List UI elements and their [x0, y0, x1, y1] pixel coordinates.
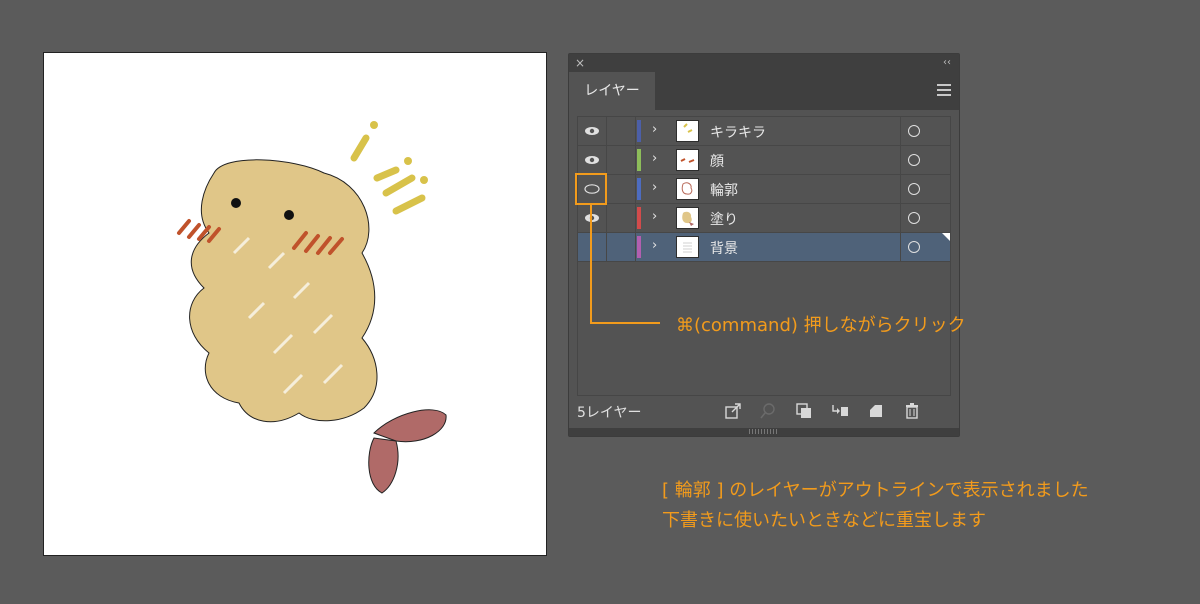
tab-layers[interactable]: レイヤー — [569, 72, 655, 110]
layer-row[interactable]: › 背景 — [578, 233, 950, 262]
chevron-right-icon[interactable]: › — [652, 151, 657, 166]
clipping-mask-icon[interactable] — [795, 402, 813, 420]
layer-color-swatch — [637, 236, 641, 258]
caption-line-2: 下書きに使いたいときなどに重宝します — [662, 510, 986, 531]
target-icon[interactable] — [908, 154, 920, 166]
divider — [900, 233, 901, 261]
divider — [900, 117, 901, 145]
visibility-toggle[interactable] — [578, 204, 607, 232]
collapse-icon[interactable]: ‹‹ — [943, 55, 951, 71]
target-icon[interactable] — [908, 183, 920, 195]
artboard — [43, 52, 547, 556]
layer-color-swatch — [637, 178, 641, 200]
panel-resize-bar[interactable] — [569, 428, 959, 436]
layer-thumbnail — [676, 236, 699, 258]
lock-toggle[interactable] — [607, 146, 636, 174]
chevron-right-icon[interactable]: › — [652, 209, 657, 224]
layer-row[interactable]: › 顔 — [578, 146, 950, 175]
callout-line — [590, 322, 660, 324]
layer-row[interactable]: › 輪郭 — [578, 175, 950, 204]
target-icon[interactable] — [908, 212, 920, 224]
layers-panel: × ‹‹ レイヤー › キラキラ › 顔 › 輪郭 › 塗り › 背景 5レイヤ… — [568, 53, 960, 437]
visibility-toggle[interactable] — [578, 233, 607, 261]
layer-list: › キラキラ › 顔 › 輪郭 › 塗り › 背景 — [577, 116, 951, 396]
layer-row[interactable]: › キラキラ — [578, 117, 950, 146]
trash-icon[interactable] — [903, 402, 921, 420]
chevron-right-icon[interactable]: › — [652, 238, 657, 253]
target-icon[interactable] — [908, 125, 920, 137]
eye-highlight-box — [575, 173, 607, 205]
export-icon[interactable] — [724, 402, 742, 420]
eye-icon — [585, 214, 599, 222]
layer-thumbnail — [676, 149, 699, 171]
lock-toggle[interactable] — [607, 117, 636, 145]
layer-thumbnail — [676, 178, 699, 200]
lock-toggle[interactable] — [607, 175, 636, 203]
caption-line-1: [ 輪郭 ] のレイヤーがアウトラインで表示されました — [662, 480, 1089, 501]
divider — [900, 175, 901, 203]
divider — [900, 204, 901, 232]
layer-row[interactable]: › 塗り — [578, 204, 950, 233]
layer-name[interactable]: 顔 — [710, 151, 724, 171]
resize-grip-icon[interactable] — [749, 429, 779, 434]
callout-text: ⌘(command) 押しながらクリック — [676, 315, 966, 336]
move-selection-icon[interactable] — [831, 402, 849, 420]
chevron-right-icon[interactable]: › — [652, 180, 657, 195]
new-sublayer-icon[interactable] — [867, 402, 885, 420]
lock-toggle[interactable] — [607, 204, 636, 232]
chevron-right-icon[interactable]: › — [652, 122, 657, 137]
selection-corner-icon — [942, 233, 950, 241]
divider — [900, 146, 901, 174]
visibility-toggle[interactable] — [578, 146, 607, 174]
lock-toggle[interactable] — [607, 233, 636, 261]
callout-line — [590, 205, 592, 323]
layer-thumbnail — [676, 120, 699, 142]
layer-count: 5レイヤー — [577, 405, 642, 421]
panel-titlebar: × ‹‹ — [569, 54, 959, 72]
layer-color-swatch — [637, 120, 641, 142]
layer-name[interactable]: 輪郭 — [710, 180, 738, 200]
target-icon[interactable] — [908, 241, 920, 253]
layer-name[interactable]: キラキラ — [710, 122, 766, 142]
search-icon[interactable] — [759, 402, 777, 420]
layer-thumbnail — [676, 207, 699, 229]
eye-icon — [585, 156, 599, 164]
shrimp-character-illustration — [177, 121, 447, 494]
panel-menu-icon[interactable] — [937, 84, 951, 96]
layer-color-swatch — [637, 207, 641, 229]
layer-name[interactable]: 塗り — [710, 209, 738, 229]
close-icon[interactable]: × — [575, 55, 585, 71]
panel-tabbar: レイヤー — [569, 72, 959, 110]
visibility-toggle[interactable] — [578, 117, 607, 145]
layer-name[interactable]: 背景 — [710, 238, 738, 258]
eye-icon — [585, 127, 599, 135]
layer-color-swatch — [637, 149, 641, 171]
